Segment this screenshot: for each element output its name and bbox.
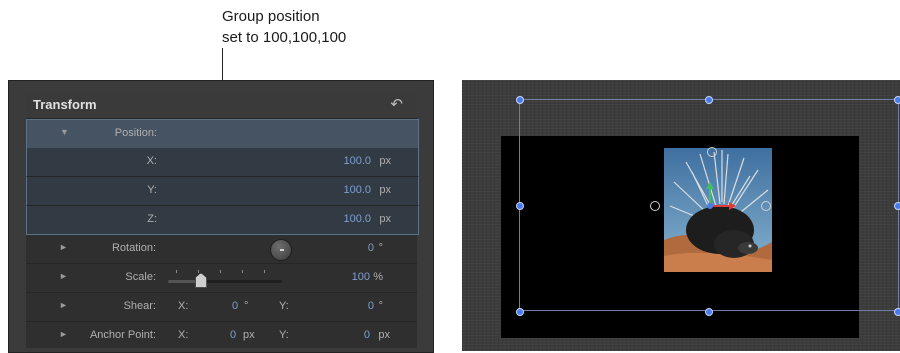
position-y-label: Y:	[147, 184, 157, 196]
scale-label: Scale:	[125, 271, 156, 283]
shear-x-unit: °	[244, 300, 249, 312]
rotation-ring-right[interactable]	[761, 201, 771, 211]
anchor-x-label: X:	[178, 329, 189, 341]
position-z-label: Z:	[147, 213, 157, 225]
callout-text: Group position set to 100,100,100	[222, 6, 392, 48]
scale-row: ► Scale: 100 %	[26, 264, 417, 293]
transform-header[interactable]: Transform ↶	[26, 92, 417, 119]
handle-top-right[interactable]	[894, 96, 900, 104]
handle-top-left[interactable]	[516, 96, 524, 104]
position-z-value[interactable]: 100.0	[343, 213, 371, 225]
slider-tick	[220, 270, 221, 273]
callout-leader-line	[222, 48, 223, 80]
shear-x-label: X:	[178, 300, 189, 312]
reset-arrow-icon[interactable]: ↶	[390, 95, 403, 113]
position-y-unit: px	[379, 184, 391, 196]
canvas-viewer[interactable]	[462, 80, 900, 351]
scale-value[interactable]: 100	[352, 271, 370, 283]
shear-label: Shear:	[123, 300, 156, 312]
disclosure-collapsed-icon[interactable]: ►	[59, 242, 68, 252]
position-z-row: Z: 100.0 px	[26, 206, 419, 235]
position-z-unit: px	[379, 213, 391, 225]
anchor-y-label: Y:	[279, 329, 289, 341]
anchor-x-value[interactable]: 0	[230, 329, 236, 341]
transform-title: Transform	[33, 97, 97, 112]
handle-middle-left[interactable]	[516, 202, 524, 210]
position-x-row: X: 100.0 px	[26, 148, 419, 177]
anchor-point-label: Anchor Point:	[89, 329, 156, 341]
position-label: Position:	[114, 127, 157, 139]
rotation-dial[interactable]	[270, 239, 292, 261]
disclosure-expanded-icon[interactable]: ▼	[60, 127, 69, 137]
position-row[interactable]: ▼ Position:	[26, 119, 419, 149]
shear-row: ► Shear: X: 0 ° Y: 0 °	[26, 293, 417, 322]
handle-bottom-right[interactable]	[894, 308, 900, 316]
y-axis-arrow-icon	[706, 182, 714, 189]
inspector-panel: Transform ↶ ▼ Position: X: 100.0 px Y: 1…	[8, 80, 434, 353]
rotation-ring-left[interactable]	[650, 201, 660, 211]
anchor-y-unit: px	[378, 329, 390, 341]
rotation-value[interactable]: 0	[368, 242, 374, 254]
callout-line2: set to 100,100,100	[222, 29, 347, 46]
shear-y-unit: °	[378, 300, 383, 312]
position-x-unit: px	[379, 155, 391, 167]
slider-tick	[198, 270, 199, 273]
handle-middle-right[interactable]	[894, 202, 900, 210]
x-axis-arrow-icon	[729, 202, 736, 210]
rotation-unit: °	[378, 242, 383, 254]
anchor-x-unit: px	[243, 329, 255, 341]
transform-axes[interactable]	[692, 180, 752, 220]
rotation-label: Rotation:	[111, 242, 156, 254]
slider-tick	[176, 270, 177, 273]
handle-bottom-center[interactable]	[705, 308, 713, 316]
handle-top-center[interactable]	[705, 96, 713, 104]
shear-x-value[interactable]: 0	[232, 300, 238, 312]
rotation-row: ► Rotation: 0 °	[26, 235, 417, 264]
handle-bottom-left[interactable]	[516, 308, 524, 316]
disclosure-collapsed-icon[interactable]: ►	[59, 271, 68, 281]
scale-slider-thumb[interactable]	[194, 273, 207, 288]
disclosure-collapsed-icon[interactable]: ►	[59, 329, 68, 339]
slider-tick	[242, 270, 243, 273]
anchor-point-row: ► Anchor Point: X: 0 px Y: 0 px	[26, 322, 417, 350]
shear-y-label: Y:	[279, 300, 289, 312]
slider-tick	[264, 270, 265, 273]
anchor-point-handle[interactable]	[707, 203, 713, 209]
position-y-row: Y: 100.0 px	[26, 177, 419, 206]
disclosure-collapsed-icon[interactable]: ►	[59, 300, 68, 310]
position-y-value[interactable]: 100.0	[343, 184, 371, 196]
position-x-label: X:	[146, 155, 157, 167]
rotation-ring-top[interactable]	[707, 147, 717, 157]
shear-y-value[interactable]: 0	[368, 300, 374, 312]
scale-unit: %	[373, 271, 383, 283]
scale-slider[interactable]	[168, 280, 282, 283]
callout-line1: Group position	[222, 8, 320, 25]
position-x-value[interactable]: 100.0	[343, 155, 371, 167]
transform-section: Transform ↶ ▼ Position: X: 100.0 px Y: 1…	[26, 92, 419, 350]
anchor-y-value[interactable]: 0	[364, 329, 370, 341]
